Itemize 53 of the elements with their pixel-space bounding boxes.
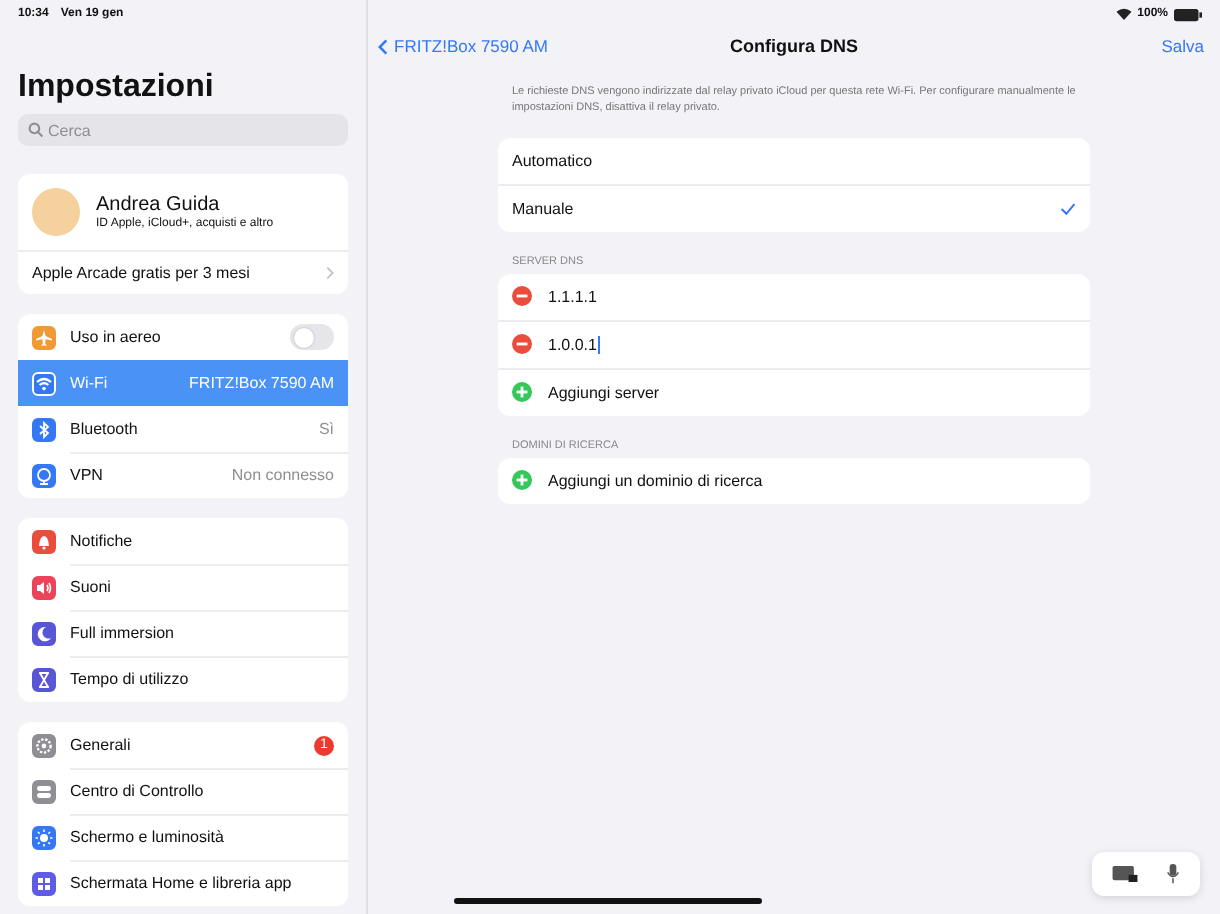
account-name: Andrea Guida <box>96 194 222 216</box>
microphone-icon[interactable] <box>1166 864 1180 884</box>
item-label: Full immersion <box>70 624 177 642</box>
mode-option[interactable]: Manuale <box>498 183 1090 232</box>
save-button[interactable]: Salva <box>1161 36 1204 56</box>
item-value: FRITZ!Box 7590 AM <box>189 374 334 392</box>
page-title: Configura DNS <box>730 36 858 56</box>
item-label: Tempo di utilizzo <box>70 670 191 688</box>
chevron-icon <box>326 266 334 280</box>
item-label: Bluetooth <box>70 420 140 438</box>
mode-option[interactable]: Automatico <box>498 137 1090 184</box>
add-domain-link[interactable]: Aggiungi un dominio di ricerca <box>548 471 763 490</box>
settings-item[interactable]: Centro di Controllo <box>18 768 348 814</box>
item-label: Generali <box>70 736 133 754</box>
promo-row[interactable]: Apple Arcade gratis per 3 mesi <box>18 252 348 294</box>
settings-item[interactable]: Notifiche <box>18 518 348 564</box>
item-label: Schermata Home e libreria app <box>70 874 294 892</box>
item-value: Sì <box>318 420 334 438</box>
add-server-link[interactable]: Aggiungi server <box>548 383 660 402</box>
remove-icon[interactable] <box>512 286 532 307</box>
remove-icon[interactable] <box>512 334 532 355</box>
settings-item[interactable]: Bluetooth Sì <box>18 406 348 452</box>
item-label: VPN <box>70 466 105 484</box>
settings-item[interactable]: Uso in aereo <box>18 314 348 360</box>
settings-item[interactable]: Suoni <box>18 564 348 610</box>
promo-label: Apple Arcade gratis per 3 mesi <box>32 264 250 282</box>
avatar-icon <box>32 188 80 236</box>
add-icon[interactable] <box>512 382 532 403</box>
settings-item[interactable]: Full immersion <box>18 610 348 656</box>
back-button[interactable]: FRITZ!Box 7590 AM <box>378 36 548 56</box>
wifi-signal-icon <box>1115 8 1132 20</box>
settings-item[interactable]: VPN Non connesso <box>18 452 348 498</box>
item-value: Non connesso <box>231 466 334 484</box>
chevron-left-icon <box>378 37 388 55</box>
option-label: Manuale <box>512 199 576 218</box>
toggle-switch[interactable] <box>290 324 334 350</box>
dns-server-field[interactable]: 1.1.1.1 <box>548 287 601 306</box>
item-label: Schermo e luminosità <box>70 828 226 846</box>
item-label: Centro di Controllo <box>70 782 206 800</box>
item-label: Notifiche <box>70 532 135 550</box>
add-icon[interactable] <box>512 470 532 491</box>
option-label: Automatico <box>512 151 595 170</box>
sidebar-title: Impostazioni <box>18 70 216 106</box>
item-label: Suoni <box>70 578 113 596</box>
battery-icon <box>1174 7 1202 21</box>
item-label: Wi-Fi <box>70 374 110 392</box>
settings-item[interactable]: Schermo e luminosità <box>18 814 348 860</box>
settings-item[interactable]: Schermata Home e libreria app <box>18 860 348 906</box>
settings-item[interactable]: Tempo di utilizzo <box>18 656 348 702</box>
dns-server-field[interactable]: 1.0.0.1 <box>548 335 601 354</box>
search-field[interactable]: Cerca <box>18 114 348 146</box>
item-label: Uso in aereo <box>70 328 163 346</box>
keyboard-icon[interactable] <box>1112 866 1138 882</box>
